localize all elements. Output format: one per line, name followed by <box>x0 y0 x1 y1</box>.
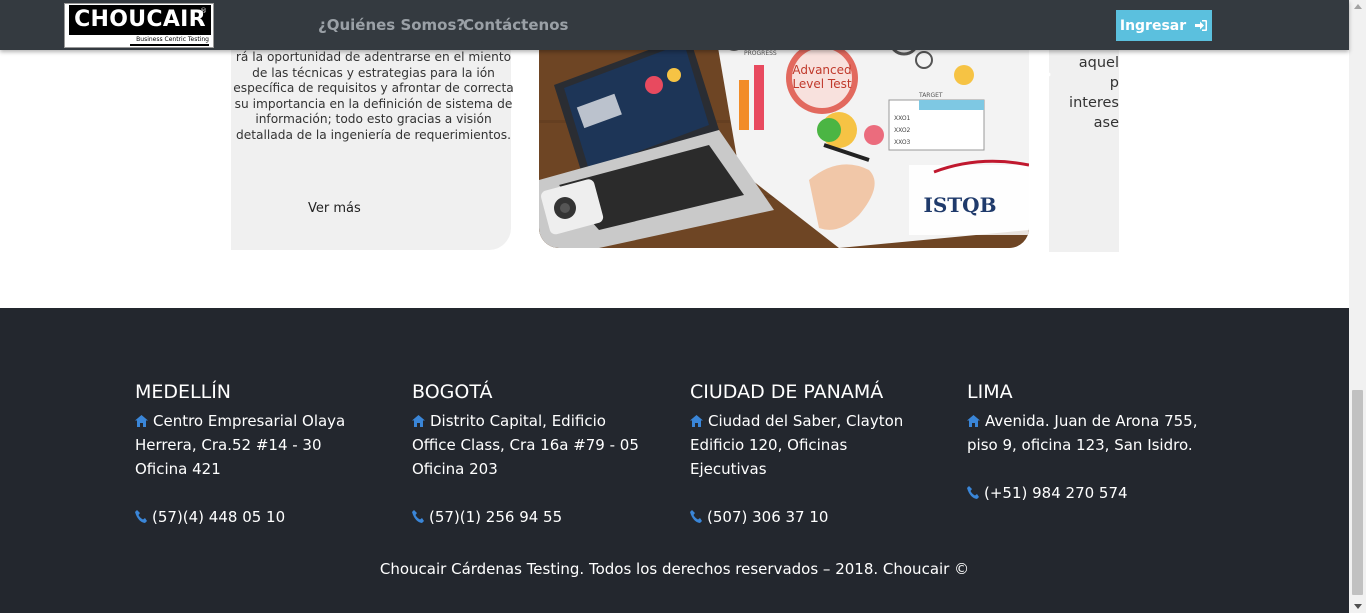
login-button-label: Ingresar <box>1119 17 1187 34</box>
scroll-down-arrow-icon[interactable] <box>1354 604 1362 609</box>
phone-icon <box>135 510 147 523</box>
table-row-label-1: XXO1 <box>894 115 911 122</box>
office-address: Ciudad del Saber, Clayton Edificio 120, … <box>690 409 925 481</box>
logo-registered-mark: ® <box>200 7 207 15</box>
next-card-line-2: p <box>1109 75 1119 91</box>
office-address: Avenida. Juan de Arona 755, piso 9, ofic… <box>967 409 1202 457</box>
site-footer: MEDELLÍN Centro Empresarial Olaya Herrer… <box>0 308 1349 613</box>
next-card-line-1: aquel <box>1078 55 1119 71</box>
office-address: Distrito Capital, Edificio Office Class,… <box>412 409 647 481</box>
phone-icon <box>412 510 424 523</box>
ver-mas-link[interactable]: Ver más <box>308 201 361 216</box>
office-address-text: Ciudad del Saber, Clayton Edificio 120, … <box>690 412 904 478</box>
office-phone-number: (57)(1) 256 94 55 <box>429 508 563 526</box>
office-phone-number: (57)(4) 448 05 10 <box>152 508 286 526</box>
home-icon <box>412 415 425 427</box>
office-address: Centro Empresarial Olaya Herrera, Cra.52… <box>135 409 370 481</box>
office-address-text: Distrito Capital, Edificio Office Class,… <box>412 412 639 478</box>
office-city: MEDELLÍN <box>135 381 232 403</box>
target-label: TARGET <box>918 92 943 99</box>
office-city: LIMA <box>967 381 1013 403</box>
carousel-next-arrow-icon[interactable]: › <box>1043 62 1052 87</box>
home-icon <box>967 415 980 427</box>
office-phone-number: (+51) 984 270 574 <box>984 484 1128 502</box>
next-card-text: aquel p interes ase <box>1069 53 1119 133</box>
sign-in-icon <box>1195 20 1208 31</box>
office-bogota: BOGOTÁ Distrito Capital, Edificio Office… <box>412 379 647 529</box>
level-test-label: Level Test <box>792 77 851 91</box>
office-lima: LIMA Avenida. Juan de Arona 755, piso 9,… <box>967 379 1202 505</box>
logo-tagline: Business Centric Testing <box>136 36 209 43</box>
table-row-label-3: XXO3 <box>894 139 911 146</box>
office-phone-number: (507) 306 37 10 <box>707 508 829 526</box>
office-phone: (507) 306 37 10 <box>690 505 925 529</box>
office-phone: (57)(4) 448 05 10 <box>135 505 370 529</box>
nav-link-contactenos[interactable]: Contáctenos <box>463 16 568 34</box>
office-address-text: Centro Empresarial Olaya Herrera, Cra.52… <box>135 412 346 478</box>
choucair-logo[interactable]: CHOUCAIR ® Business Centric Testing <box>64 3 214 48</box>
office-panama: CIUDAD DE PANAMÁ Ciudad del Saber, Clayt… <box>690 379 925 529</box>
top-navbar: CHOUCAIR ® Business Centric Testing ¿Qui… <box>0 0 1349 50</box>
office-city: CIUDAD DE PANAMÁ <box>690 381 884 403</box>
scroll-up-arrow-icon[interactable] <box>1354 4 1362 9</box>
nav-link-quienes-somos[interactable]: ¿Quiénes Somos? <box>318 16 465 34</box>
copyright-text: Choucair Cárdenas Testing. Todos los der… <box>379 560 970 578</box>
progress-label: PROGRESS <box>744 50 777 57</box>
next-card-line-4: ase <box>1093 115 1119 131</box>
login-button[interactable]: Ingresar <box>1116 10 1212 41</box>
phone-icon <box>967 486 979 499</box>
office-address-text: Avenida. Juan de Arona 755, piso 9, ofic… <box>967 412 1198 454</box>
scrollbar-thumb[interactable] <box>1352 390 1363 595</box>
istqb-logo-text: ISTQB <box>923 193 996 217</box>
office-city: BOGOTÁ <box>412 381 493 403</box>
home-icon <box>690 415 703 427</box>
course-card-description: rá la oportunidad de adentrarse en el mi… <box>233 50 514 142</box>
advanced-label: Advanced <box>792 63 851 77</box>
phone-icon <box>690 510 702 523</box>
office-phone: (+51) 984 270 574 <box>967 481 1202 505</box>
office-phone: (57)(1) 256 94 55 <box>412 505 647 529</box>
logo-wordmark: CHOUCAIR <box>69 5 211 35</box>
logo-underline <box>130 44 209 46</box>
table-row-label-2: XXO2 <box>894 127 911 134</box>
home-icon <box>135 415 148 427</box>
next-card-line-3: interes <box>1069 95 1119 111</box>
page-scrollbar[interactable] <box>1349 0 1366 613</box>
office-medellin: MEDELLÍN Centro Empresarial Olaya Herrer… <box>135 379 370 529</box>
